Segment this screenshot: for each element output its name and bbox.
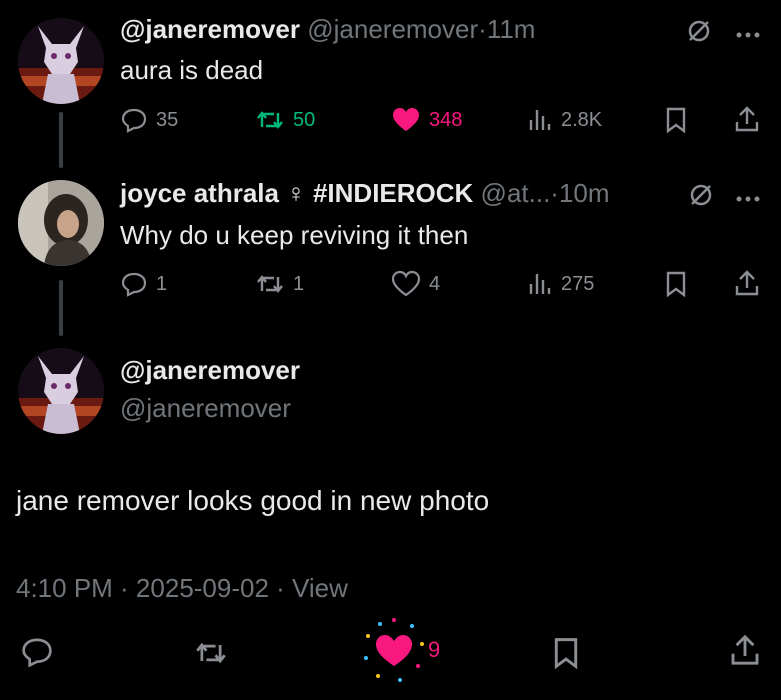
like-button[interactable]: 9 [356, 612, 440, 688]
reply-button[interactable]: 35 [120, 106, 178, 134]
heart-icon [391, 270, 421, 298]
thread-line [59, 112, 63, 168]
bookmark-icon[interactable] [551, 636, 581, 675]
display-name[interactable]: joyce athrala [120, 178, 279, 208]
handle[interactable]: @janeremover [120, 393, 291, 424]
repost-icon [255, 106, 285, 134]
avatar[interactable] [18, 18, 104, 104]
timestamp[interactable]: 4:10 PM · 2025-09-02 · View [16, 573, 348, 604]
display-name[interactable]: @janeremover [120, 355, 300, 386]
views-button[interactable]: 2.8K [527, 106, 602, 134]
share-icon[interactable] [733, 268, 761, 303]
views-button[interactable]: 275 [527, 270, 594, 298]
tweet-text: Why do u keep reviving it then [120, 220, 469, 250]
tweet-text: aura is dead [120, 55, 264, 85]
thread-line [59, 280, 63, 336]
reply-button[interactable]: 1 [120, 270, 167, 298]
reply-icon[interactable] [20, 635, 54, 674]
handle[interactable]: @janeremover [307, 14, 478, 44]
like-button[interactable]: 4 [391, 270, 440, 298]
views-icon [527, 106, 553, 134]
repost-button[interactable]: 1 [255, 270, 304, 298]
heart-icon [356, 612, 432, 688]
avatar[interactable] [18, 348, 104, 434]
bookmark-icon[interactable] [664, 106, 688, 139]
display-name[interactable]: @janeremover [120, 14, 300, 44]
repost-icon [255, 270, 285, 298]
heart-icon [391, 106, 421, 134]
like-count: 348 [429, 108, 463, 131]
views-icon [527, 270, 553, 298]
separator: · [550, 178, 559, 208]
like-count: 4 [429, 272, 441, 295]
more-icon[interactable] [735, 190, 761, 208]
bookmark-icon[interactable] [664, 270, 688, 303]
tweet-header: @janeremover @janeremover·11m [120, 14, 535, 45]
reply-count: 35 [156, 108, 179, 131]
views-count: 2.8K [561, 108, 603, 131]
like-count: 9 [428, 637, 441, 662]
tweet-header: joyce athrala ♀ #INDIEROCK @at...·10m [120, 178, 610, 209]
grok-icon[interactable] [688, 182, 714, 213]
handle[interactable]: @at... [481, 178, 551, 208]
repost-icon[interactable] [193, 637, 229, 674]
timestamp[interactable]: 10m [559, 178, 610, 208]
reply-count: 1 [156, 272, 168, 295]
tweet-text: jane remover looks good in new photo [16, 485, 490, 516]
reply-icon [120, 270, 148, 298]
separator: · [478, 14, 487, 44]
timestamp[interactable]: 11m [487, 14, 536, 44]
repost-button[interactable]: 50 [255, 106, 315, 134]
more-icon[interactable] [735, 26, 761, 44]
reply-icon [120, 106, 148, 134]
share-icon[interactable] [733, 104, 761, 139]
avatar[interactable] [18, 180, 104, 266]
grok-icon[interactable] [686, 18, 712, 49]
share-icon[interactable] [728, 632, 762, 673]
like-button[interactable]: 348 [391, 106, 462, 134]
gender-emoji: ♀ [286, 178, 306, 208]
repost-count: 1 [293, 272, 305, 295]
repost-count: 50 [293, 108, 316, 131]
views-count: 275 [561, 272, 595, 295]
hashtag[interactable]: #INDIEROCK [313, 178, 473, 208]
